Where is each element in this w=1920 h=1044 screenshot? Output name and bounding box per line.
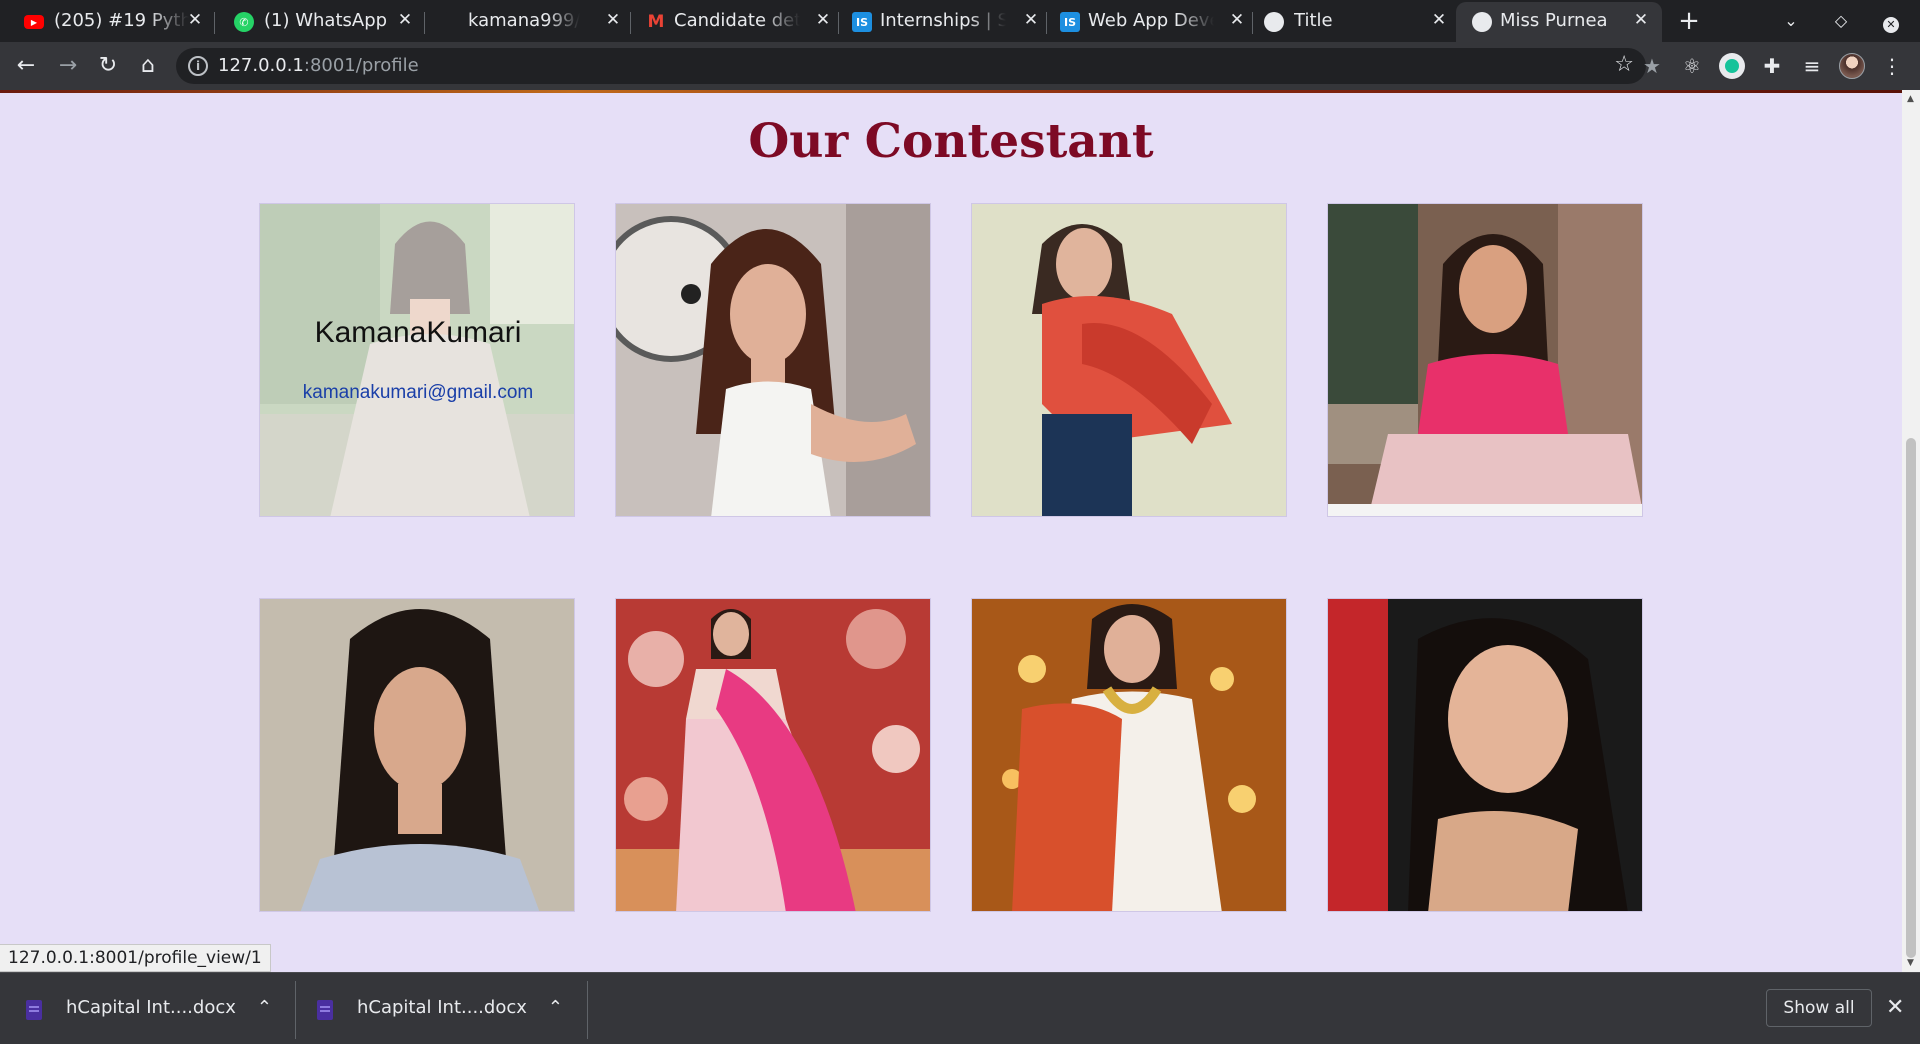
- react-devtools-icon[interactable]: ⚛: [1678, 52, 1706, 80]
- browser-toolbar: ← → ↻ ⌂ i 127.0.0.1:8001/profile ☆ ★ ⚛ ✚…: [0, 42, 1920, 90]
- tab-search-icon[interactable]: ⌄: [1778, 8, 1804, 34]
- page-title: Our Contestant: [748, 114, 1154, 169]
- contestant-card-2[interactable]: [615, 203, 931, 517]
- contestant-photo-7: [972, 599, 1286, 911]
- contestant-photo-3: [972, 204, 1286, 516]
- close-tab-icon[interactable]: ✕: [1428, 9, 1450, 31]
- contestant-card-3[interactable]: [971, 203, 1287, 517]
- kebab-menu-icon[interactable]: ⋮: [1878, 52, 1906, 80]
- docx-file-icon: [317, 1000, 333, 1020]
- grammarly-icon[interactable]: [1718, 52, 1746, 80]
- tab-gmail[interactable]: M Candidate deta ✕: [626, 4, 836, 38]
- tab-internshala[interactable]: IS Internships | Su ✕: [834, 4, 1044, 38]
- extension-diamond-icon[interactable]: ◇: [1828, 8, 1854, 34]
- new-tab-icon[interactable]: +: [1676, 8, 1702, 34]
- close-tab-icon[interactable]: ✕: [1226, 9, 1248, 31]
- contestant-card-5[interactable]: [259, 598, 575, 912]
- close-tab-icon[interactable]: ✕: [394, 9, 416, 31]
- contestant-card-6[interactable]: [615, 598, 931, 912]
- contestant-card-1[interactable]: KamanaKumari kamanakumari@gmail.com: [259, 203, 575, 517]
- url-text[interactable]: 127.0.0.1:8001/profile: [218, 55, 419, 76]
- address-bar[interactable]: i 127.0.0.1:8001/profile ☆: [176, 48, 1646, 84]
- download-shelf: hCapital Int....docx ⌃ hCapital Int....d…: [0, 972, 1920, 1044]
- contestant-card-4[interactable]: [1327, 203, 1643, 517]
- hero-banner-edge: [0, 90, 1902, 93]
- bookmark-star-icon[interactable]: ☆: [1614, 52, 1634, 77]
- show-all-button[interactable]: Show all: [1766, 989, 1872, 1027]
- reading-star-icon[interactable]: ★: [1638, 52, 1666, 80]
- youtube-icon: ▶: [24, 15, 44, 29]
- reload-icon[interactable]: ↻: [92, 50, 124, 82]
- contestant-photo-2: [616, 204, 930, 516]
- tab-whatsapp[interactable]: ✆ (1) WhatsApp ✕: [210, 4, 420, 38]
- tab-web-app[interactable]: IS Web App Devel ✕: [1042, 4, 1250, 38]
- gmail-icon: M: [647, 12, 665, 32]
- internshala-icon: IS: [852, 12, 872, 32]
- contestant-name: KamanaKumari: [314, 316, 522, 349]
- contestant-photo-1: [260, 204, 574, 516]
- contestant-card-8[interactable]: [1327, 598, 1643, 912]
- whatsapp-icon: ✆: [234, 12, 254, 32]
- home-icon[interactable]: ⌂: [132, 50, 164, 82]
- chevron-up-icon[interactable]: ⌃: [257, 997, 272, 1018]
- tab-github[interactable]: kamana999/Vo ✕: [420, 4, 628, 38]
- tab-strip: ▶ (205) #19 Pyth ✕ ✆ (1) WhatsApp ✕ kama…: [0, 0, 1920, 42]
- page-scrollbar[interactable]: ▲ ▼: [1902, 90, 1920, 972]
- extensions-puzzle-icon[interactable]: ✚: [1758, 52, 1786, 80]
- close-tab-icon[interactable]: ✕: [812, 9, 834, 31]
- internshala-icon: IS: [1060, 12, 1080, 32]
- back-icon[interactable]: ←: [10, 50, 42, 82]
- avatar[interactable]: [1838, 52, 1866, 80]
- contestant-email[interactable]: kamanakumari@gmail.com: [260, 382, 574, 404]
- globe-icon: [1472, 12, 1492, 32]
- scroll-up-icon[interactable]: ▲: [1907, 94, 1914, 104]
- close-tab-icon[interactable]: ✕: [184, 9, 206, 31]
- window-close-icon[interactable]: ✕: [1878, 8, 1904, 34]
- download-separator: [587, 981, 588, 1039]
- tab-youtube[interactable]: ▶ (205) #19 Pyth ✕: [0, 4, 210, 38]
- media-queue-icon[interactable]: ≡: [1798, 52, 1826, 80]
- scrollbar-thumb[interactable]: [1906, 438, 1916, 958]
- contestant-photo-4: [1328, 204, 1642, 516]
- download-item[interactable]: hCapital Int....docx ⌃: [291, 983, 581, 1035]
- forward-icon[interactable]: →: [52, 50, 84, 82]
- docx-file-icon: [26, 1000, 42, 1020]
- contestant-photo-6: [616, 599, 930, 911]
- close-tab-icon[interactable]: ✕: [1020, 9, 1042, 31]
- download-item[interactable]: hCapital Int....docx ⌃: [0, 983, 290, 1035]
- contestant-photo-8: [1328, 599, 1642, 911]
- scroll-down-icon[interactable]: ▼: [1907, 958, 1914, 968]
- close-icon[interactable]: ✕: [1886, 995, 1904, 1020]
- tab-miss-purnea[interactable]: Miss Purnea ✕: [1456, 2, 1662, 42]
- site-info-icon[interactable]: i: [188, 56, 208, 76]
- page-content: Our Contestant KamanaKumari kamanakumari…: [0, 90, 1902, 972]
- link-status-url: 127.0.0.1:8001/profile_view/1: [0, 944, 271, 972]
- chevron-up-icon[interactable]: ⌃: [548, 997, 563, 1018]
- contestant-card-7[interactable]: [971, 598, 1287, 912]
- close-tab-icon[interactable]: ✕: [1630, 9, 1652, 31]
- tab-title[interactable]: Title ✕: [1248, 4, 1458, 38]
- close-tab-icon[interactable]: ✕: [602, 9, 624, 31]
- globe-icon: [1264, 12, 1284, 32]
- github-icon: [444, 12, 464, 32]
- contestant-photo-5: [260, 599, 574, 911]
